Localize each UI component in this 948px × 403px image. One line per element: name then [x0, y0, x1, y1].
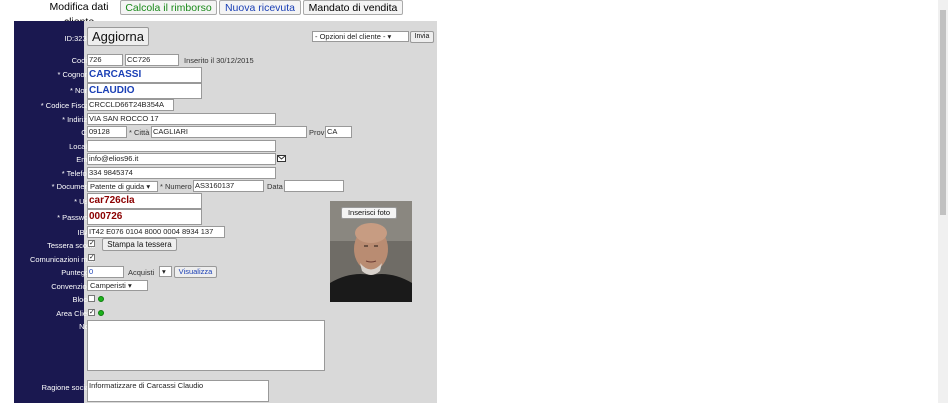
ragione-sociale-textarea[interactable]: Informatizzare di Carcassi Claudio: [87, 380, 269, 402]
update-button[interactable]: Aggiorna: [87, 27, 149, 46]
send-button[interactable]: Invia: [410, 31, 434, 43]
tab-bar: Modifica dati cliente Calcola il rimbors…: [0, 0, 948, 28]
email-input[interactable]: info@elios96.it: [87, 153, 276, 165]
tab-calcola-rimborso[interactable]: Calcola il rimborso: [120, 0, 217, 15]
indirizzo-input[interactable]: VIA SAN ROCCO 17: [87, 113, 276, 125]
status-green-icon: [98, 296, 104, 302]
documento-select[interactable]: Patente di guida ▾: [87, 181, 158, 192]
password-input[interactable]: 000726: [87, 209, 202, 225]
page-scrollbar[interactable]: [938, 0, 948, 403]
citta-input[interactable]: CAGLIARI: [151, 126, 307, 138]
nome-input[interactable]: CLAUDIO: [87, 83, 202, 99]
user-input[interactable]: car726cla: [87, 193, 202, 209]
scrollbar-thumb[interactable]: [940, 10, 946, 215]
convenzione-select[interactable]: Camperisti ▾: [87, 280, 148, 291]
codice-fiscale-input[interactable]: CRCCLD66T24B354A: [87, 99, 174, 111]
iban-input[interactable]: IT42 E076 0104 8000 0004 8934 137: [87, 226, 225, 238]
comunicazioni-mail-label: Comunicazioni mail: [29, 255, 95, 264]
envelope-icon[interactable]: [277, 155, 286, 162]
codice-input[interactable]: 726: [87, 54, 123, 66]
localita-input[interactable]: [87, 140, 276, 152]
data-input[interactable]: [284, 180, 344, 192]
status-green-icon: [98, 310, 104, 316]
inserted-date-text: Inserito il 30/12/2015: [184, 56, 254, 65]
tab-mandato-vendita[interactable]: Mandato di vendita: [303, 0, 403, 15]
chevron-down-icon: ▾: [127, 281, 132, 290]
prov-label: Prov: [309, 128, 325, 137]
codice-alt-input[interactable]: CC726: [125, 54, 179, 66]
citta-label: * Città: [129, 128, 150, 137]
area-clienti-checkbox[interactable]: ✓: [88, 309, 95, 316]
tab-modifica-dati-cliente[interactable]: Modifica dati cliente: [38, 0, 120, 28]
blocca-checkbox[interactable]: [88, 295, 95, 302]
insert-photo-button[interactable]: Inserisci foto: [341, 207, 397, 219]
numero-label: * Numero: [160, 182, 192, 191]
tessera-sconti-checkbox[interactable]: ✓: [88, 240, 95, 247]
visualizza-button[interactable]: Visualizza: [174, 266, 217, 278]
chevron-down-icon: ▾: [146, 182, 151, 191]
telefono-input[interactable]: 334 9845374: [87, 167, 276, 179]
prov-input[interactable]: CA: [325, 126, 352, 138]
tab-nuova-ricevuta[interactable]: Nuova ricevuta: [219, 0, 301, 15]
punteggio-input[interactable]: 0: [87, 266, 124, 278]
client-options-select[interactable]: - Opzioni del cliente - ▾: [312, 31, 409, 42]
numero-input[interactable]: AS3160137: [193, 180, 264, 192]
cognome-input[interactable]: CARCASSI: [87, 67, 202, 83]
note-textarea[interactable]: [87, 320, 325, 371]
cap-input[interactable]: 09128: [87, 126, 127, 138]
chevron-down-icon: ▾: [162, 267, 166, 276]
acquisti-select[interactable]: ▾: [159, 266, 172, 277]
print-card-button[interactable]: Stampa la tessera: [102, 238, 177, 251]
data-label: Data: [267, 182, 283, 191]
comunicazioni-mail-checkbox[interactable]: ✓: [88, 254, 95, 261]
acquisti-label: Acquisti: [128, 268, 155, 277]
chevron-down-icon: ▾: [387, 32, 392, 41]
